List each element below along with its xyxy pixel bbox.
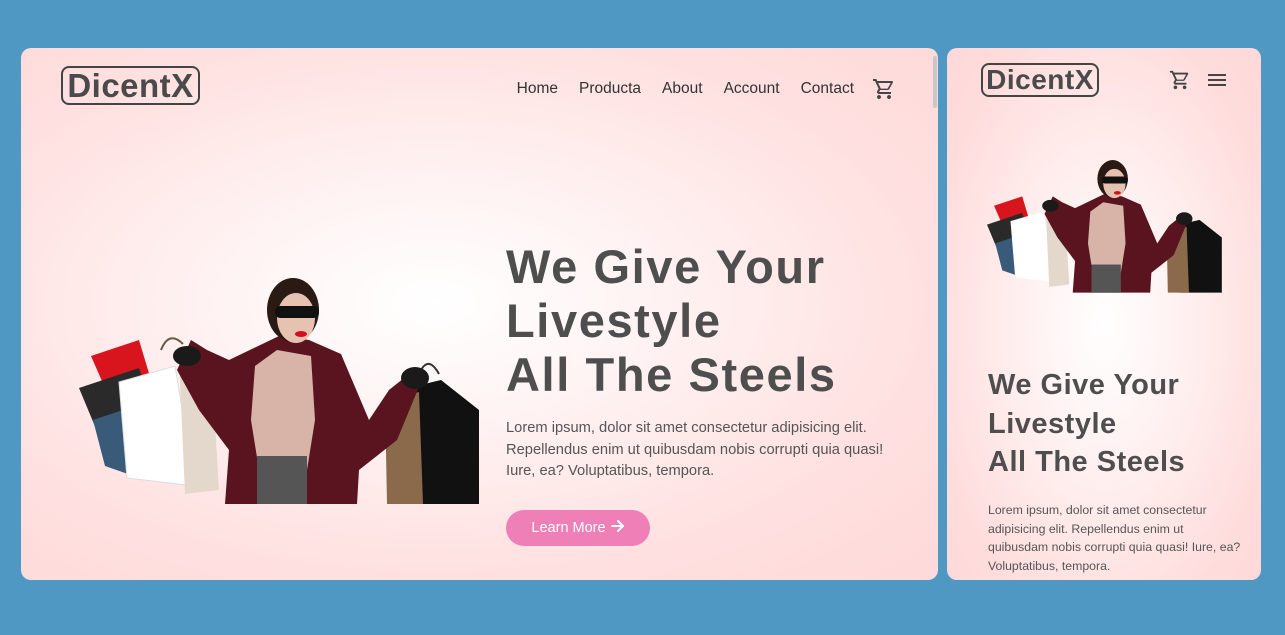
hero-description: Lorem ipsum, dolor sit amet consectetur … <box>506 420 884 479</box>
headline-line-3: All The Steels <box>988 446 1186 478</box>
hamburger-menu-icon[interactable] <box>1207 72 1227 88</box>
hero-image <box>987 154 1223 294</box>
nav-link-account[interactable]: Account <box>724 80 780 98</box>
mobile-header-icons <box>1169 69 1227 91</box>
logo[interactable]: DicentX <box>61 66 200 105</box>
nav-link-about[interactable]: About <box>662 80 703 98</box>
main-nav: Home Producta About Account Contact <box>496 77 896 101</box>
desktop-preview: DicentX Home Producta About Account Cont… <box>21 48 938 580</box>
hero-description: Lorem ipsum, dolor sit amet consectetur … <box>988 503 1241 573</box>
nav-link-home[interactable]: Home <box>517 80 558 98</box>
headline-line-3: All The Steels <box>506 348 837 401</box>
learn-more-label: Learn More <box>531 520 606 536</box>
nav-link-products[interactable]: Producta <box>579 80 641 98</box>
hero-image <box>79 270 481 504</box>
headline-line-2: Livestyle <box>506 294 722 347</box>
headline-line-1: We Give Your <box>506 240 826 293</box>
learn-more-button[interactable]: Learn More <box>506 510 650 546</box>
headline-line-2: Livestyle <box>988 407 1117 440</box>
hero-headline: We Give Your Livestyle All The Steels <box>506 240 837 402</box>
headline-line-1: We Give Your <box>988 369 1180 401</box>
scrollbar[interactable] <box>933 56 937 108</box>
nav-link-contact[interactable]: Contact <box>801 80 854 98</box>
hero-headline: We Give Your Livestyle All The Steels <box>988 366 1185 482</box>
shopping-cart-icon[interactable] <box>1169 69 1191 91</box>
mobile-preview: DicentX We Give Your Livestyle All The S… <box>947 48 1261 580</box>
arrow-right-icon <box>610 519 625 537</box>
logo[interactable]: DicentX <box>981 63 1099 97</box>
shopping-cart-icon[interactable] <box>872 77 896 101</box>
